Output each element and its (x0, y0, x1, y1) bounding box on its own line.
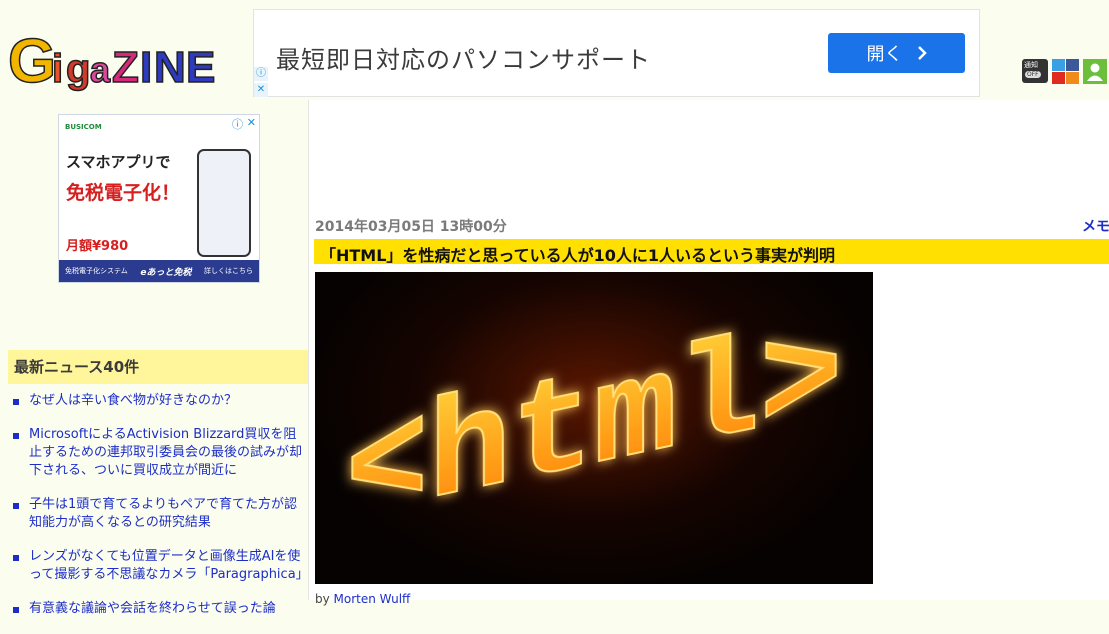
notification-toggle[interactable]: 通知 OFF (1022, 59, 1048, 83)
logo-letter: I (140, 43, 152, 92)
news-link[interactable]: 有意義な議論や会話を終わらせて誤った論 (29, 601, 276, 616)
list-item[interactable]: なぜ人は辛い食べ物が好きなのか？ (8, 392, 308, 410)
main-content: 2014年03月05日 13時00分 メモ 「HTML」を性病だと思っている人が… (308, 100, 1109, 606)
logo-letter: Z (112, 43, 139, 92)
ad-close-icon[interactable]: ✕ (247, 116, 256, 129)
social-icons (1052, 59, 1079, 84)
logo-letter: G (8, 27, 56, 94)
notification-state: OFF (1025, 71, 1041, 78)
phone-illustration (197, 149, 251, 257)
byline-author-link[interactable]: Morten Wulff (334, 592, 411, 606)
sidebar-ad-line2: 免税電子化！ (66, 182, 181, 204)
article-date: 2014年03月05日 13時00分 (315, 219, 507, 235)
top-banner-ad[interactable]: 最短即日対応のパソコンサポート 開く (253, 9, 980, 97)
logo-letter: E (186, 43, 215, 92)
news-link[interactable]: レンズがなくても位置データと画像生成AIを使って撮影する不思議なカメラ「Para… (29, 549, 309, 582)
news-link[interactable]: 子牛は1頭で育てるよりもペアで育てた方が認知能力が高くなるとの研究結果 (29, 497, 297, 530)
logo-letter: g (66, 47, 90, 91)
rss-icon[interactable] (1066, 72, 1079, 84)
article-hero-image: <html> (315, 272, 873, 584)
top-ad-open-button[interactable]: 開く (828, 33, 965, 73)
logo-letter: i (52, 47, 63, 91)
ad-choices-icon[interactable]: ⓘ (254, 67, 268, 81)
category-link-memo[interactable]: メモ (1082, 216, 1109, 236)
user-silhouette-icon (1087, 63, 1103, 81)
hero-html-text-graphic: <html> (345, 293, 844, 557)
article-title-bar: 「HTML」を性病だと思っている人が10人に1人いるという事実が判明 (314, 239, 1109, 266)
ad-choices-icon[interactable]: ⓘ (232, 116, 243, 132)
sidebar-ad-price: 月額¥980 (66, 239, 129, 254)
logo-letter: N (154, 43, 186, 92)
sidebar-ad-line1: スマホアプリで (66, 153, 171, 171)
gigazine-logo[interactable]: G i g a Z I N E (7, 24, 218, 97)
ad-close-icon[interactable]: ✕ (254, 83, 268, 97)
news-link[interactable]: MicrosoftによるActivision Blizzard買収を阻止するため… (29, 427, 302, 478)
byline-prefix: by (315, 592, 334, 606)
twitter-icon[interactable] (1052, 59, 1065, 71)
list-item[interactable]: レンズがなくても位置データと画像生成AIを使って撮影する不思議なカメラ「Para… (8, 548, 309, 584)
sidebar-ad-footer-left: 免税電子化システム (65, 267, 128, 275)
youtube-icon[interactable] (1052, 72, 1065, 84)
latest-news-list: なぜ人は辛い食べ物が好きなのか？ MicrosoftによるActivision … (8, 392, 309, 634)
top-ad-open-label: 開く (866, 44, 903, 65)
header-icons: 通知 OFF (1022, 59, 1107, 84)
top-ad-text: 最短即日対応のパソコンサポート (276, 46, 651, 74)
sidebar-ad[interactable]: BUSICOM ⓘ ✕ スマホアプリで 免税電子化！ 月額¥980 免税電子化シ… (58, 114, 260, 283)
facebook-icon[interactable] (1066, 59, 1079, 71)
news-link[interactable]: なぜ人は辛い食べ物が好きなのか？ (29, 393, 237, 408)
gigazine-logo-svg: G i g a Z I N E (7, 26, 216, 97)
sidebar-ad-footer: 免税電子化システム eあっと免税 詳しくはこちら (59, 260, 259, 282)
user-icon[interactable] (1083, 59, 1107, 84)
left-sidebar: BUSICOM ⓘ ✕ スマホアプリで 免税電子化！ 月額¥980 免税電子化シ… (8, 100, 309, 616)
sidebar-ad-footer-right: 詳しくはこちら (204, 267, 253, 275)
chevron-right-icon (917, 46, 927, 60)
sidebar-ad-footer-brand: eあっと免税 (140, 267, 192, 278)
latest-news-heading: 最新ニュース40件 (8, 350, 308, 384)
list-item[interactable]: 有意義な議論や会話を終わらせて誤った論 (8, 600, 308, 618)
list-item[interactable]: 子牛は1頭で育てるよりもペアで育てた方が認知能力が高くなるとの研究結果 (8, 496, 308, 532)
notification-label: 通知 (1024, 61, 1038, 69)
sidebar-ad-brand: BUSICOM (65, 123, 102, 131)
image-credit: by Morten Wulff (315, 592, 410, 606)
hero-html-text: <html> (346, 294, 843, 556)
article-title[interactable]: 「HTML」を性病だと思っている人が10人に1人いるという事実が判明 (320, 242, 835, 266)
list-item[interactable]: MicrosoftによるActivision Blizzard買収を阻止するため… (8, 426, 308, 480)
logo-letter: a (90, 49, 111, 90)
